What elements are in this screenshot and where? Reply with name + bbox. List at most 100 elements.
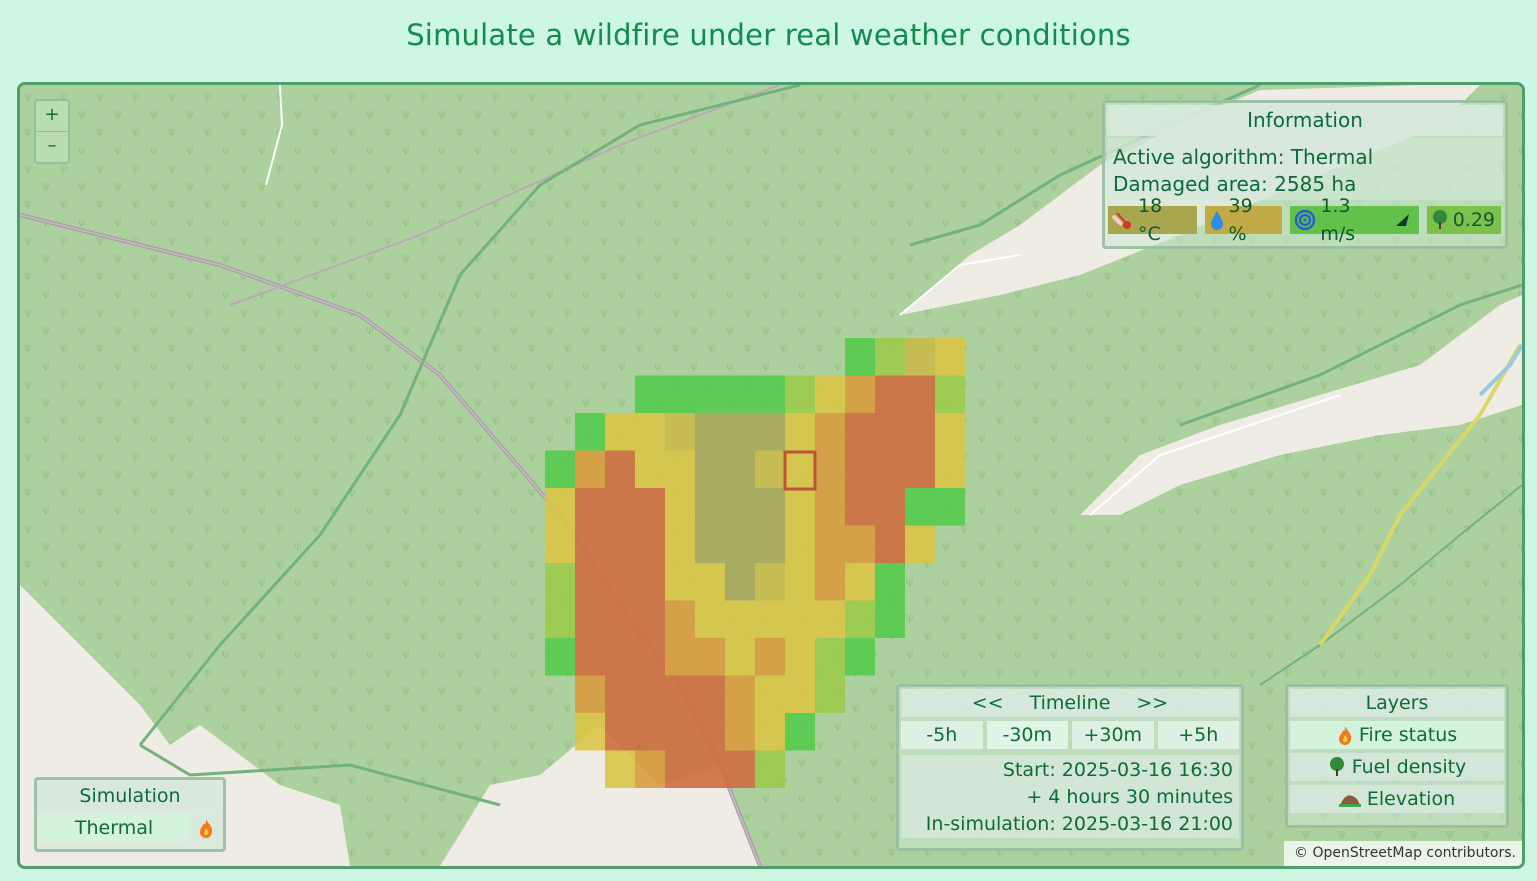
fire-cell[interactable] — [935, 450, 965, 489]
fire-cell[interactable] — [725, 413, 755, 451]
fire-cell[interactable] — [695, 413, 725, 451]
fire-cell[interactable] — [545, 563, 575, 601]
fire-cell[interactable] — [725, 450, 755, 489]
fire-cell[interactable] — [695, 600, 725, 639]
timeline-prev-button[interactable]: << — [972, 689, 1004, 717]
fire-cell[interactable] — [695, 750, 725, 789]
algorithm-button[interactable]: Thermal — [39, 814, 189, 842]
fire-cell[interactable] — [905, 450, 935, 489]
fire-cell[interactable] — [695, 488, 725, 526]
layer-fuel-density[interactable]: Fuel density — [1290, 753, 1504, 781]
fire-cell[interactable] — [725, 675, 755, 714]
fire-cell[interactable] — [665, 675, 695, 714]
fire-cell[interactable] — [695, 375, 725, 414]
fire-cell[interactable] — [695, 675, 725, 714]
fire-cell[interactable] — [785, 563, 815, 601]
fire-cell[interactable] — [755, 750, 785, 789]
fire-cell[interactable] — [845, 600, 875, 639]
fire-cell[interactable] — [875, 375, 905, 414]
fire-cell[interactable] — [635, 413, 665, 451]
fire-cell[interactable] — [845, 488, 875, 526]
fire-cell[interactable] — [845, 525, 875, 564]
fire-cell[interactable] — [755, 375, 785, 414]
fire-cell[interactable] — [875, 338, 905, 376]
fire-cell[interactable] — [785, 375, 815, 414]
fire-cell[interactable] — [545, 488, 575, 526]
fire-cell[interactable] — [755, 713, 785, 751]
fire-cell[interactable] — [575, 525, 605, 564]
fire-cell[interactable] — [935, 338, 965, 376]
run-fire-button[interactable] — [192, 814, 220, 842]
fire-cell[interactable] — [635, 750, 665, 789]
fire-cell[interactable] — [785, 525, 815, 564]
zoom-in-button[interactable]: + — [36, 101, 68, 131]
fire-cell[interactable] — [605, 563, 635, 601]
fire-cell[interactable] — [845, 375, 875, 414]
fire-cell[interactable] — [545, 638, 575, 676]
fire-cell[interactable] — [725, 600, 755, 639]
plus-5h-button[interactable]: +5h — [1157, 721, 1239, 749]
fire-cell[interactable] — [545, 600, 575, 639]
fire-cell[interactable] — [665, 563, 695, 601]
fire-cell[interactable] — [905, 488, 935, 526]
fire-cell[interactable] — [605, 638, 635, 676]
fire-cell[interactable] — [845, 638, 875, 676]
fire-cell[interactable] — [725, 563, 755, 601]
fire-cell[interactable] — [665, 750, 695, 789]
fire-cell[interactable] — [725, 375, 755, 414]
fire-cell[interactable] — [605, 750, 635, 789]
fire-cell[interactable] — [935, 488, 965, 526]
fire-cell[interactable] — [725, 713, 755, 751]
fire-cell[interactable] — [935, 413, 965, 451]
fire-cell[interactable] — [785, 450, 815, 489]
fire-cell[interactable] — [935, 375, 965, 414]
fire-cell[interactable] — [575, 600, 605, 639]
fire-cell[interactable] — [875, 525, 905, 564]
minus-5h-button[interactable]: -5h — [901, 721, 983, 749]
fire-cell[interactable] — [635, 638, 665, 676]
fire-cell[interactable] — [605, 413, 635, 451]
fire-cell[interactable] — [845, 338, 875, 376]
fire-cell[interactable] — [695, 638, 725, 676]
fire-cell[interactable] — [815, 675, 845, 714]
fire-cell[interactable] — [755, 638, 785, 676]
fire-cell[interactable] — [785, 600, 815, 639]
fire-cell[interactable] — [665, 713, 695, 751]
fire-cell[interactable] — [905, 525, 935, 564]
fire-cell[interactable] — [635, 375, 665, 414]
fire-cell[interactable] — [605, 600, 635, 639]
fire-cell[interactable] — [635, 488, 665, 526]
fire-cell[interactable] — [755, 488, 785, 526]
fire-cell[interactable] — [785, 675, 815, 714]
fire-cell[interactable] — [725, 750, 755, 789]
fire-cell[interactable] — [875, 413, 905, 451]
fire-cell[interactable] — [815, 375, 845, 414]
fire-cell[interactable] — [875, 600, 905, 639]
fire-cell[interactable] — [815, 563, 845, 601]
fire-cell[interactable] — [725, 525, 755, 564]
fire-cell[interactable] — [785, 413, 815, 451]
fire-cell[interactable] — [875, 488, 905, 526]
fire-cell[interactable] — [755, 450, 785, 489]
fire-cell[interactable] — [755, 675, 785, 714]
fire-cell[interactable] — [665, 413, 695, 451]
fire-cell[interactable] — [755, 600, 785, 639]
fire-cell[interactable] — [905, 413, 935, 451]
fire-cell[interactable] — [665, 488, 695, 526]
fire-cell[interactable] — [605, 450, 635, 489]
fire-cell[interactable] — [605, 525, 635, 564]
fire-cell[interactable] — [575, 488, 605, 526]
fire-cell[interactable] — [875, 563, 905, 601]
fire-cell[interactable] — [755, 525, 785, 564]
fire-cell[interactable] — [695, 525, 725, 564]
fire-cell[interactable] — [575, 413, 605, 451]
fire-cell[interactable] — [905, 375, 935, 414]
fire-cell[interactable] — [815, 450, 845, 489]
fire-cell[interactable] — [605, 675, 635, 714]
fire-cell[interactable] — [695, 563, 725, 601]
fire-cell[interactable] — [635, 525, 665, 564]
fire-cell[interactable] — [755, 563, 785, 601]
fire-cell[interactable] — [635, 563, 665, 601]
plus-30m-button[interactable]: +30m — [1072, 721, 1154, 749]
fire-cell[interactable] — [815, 600, 845, 639]
